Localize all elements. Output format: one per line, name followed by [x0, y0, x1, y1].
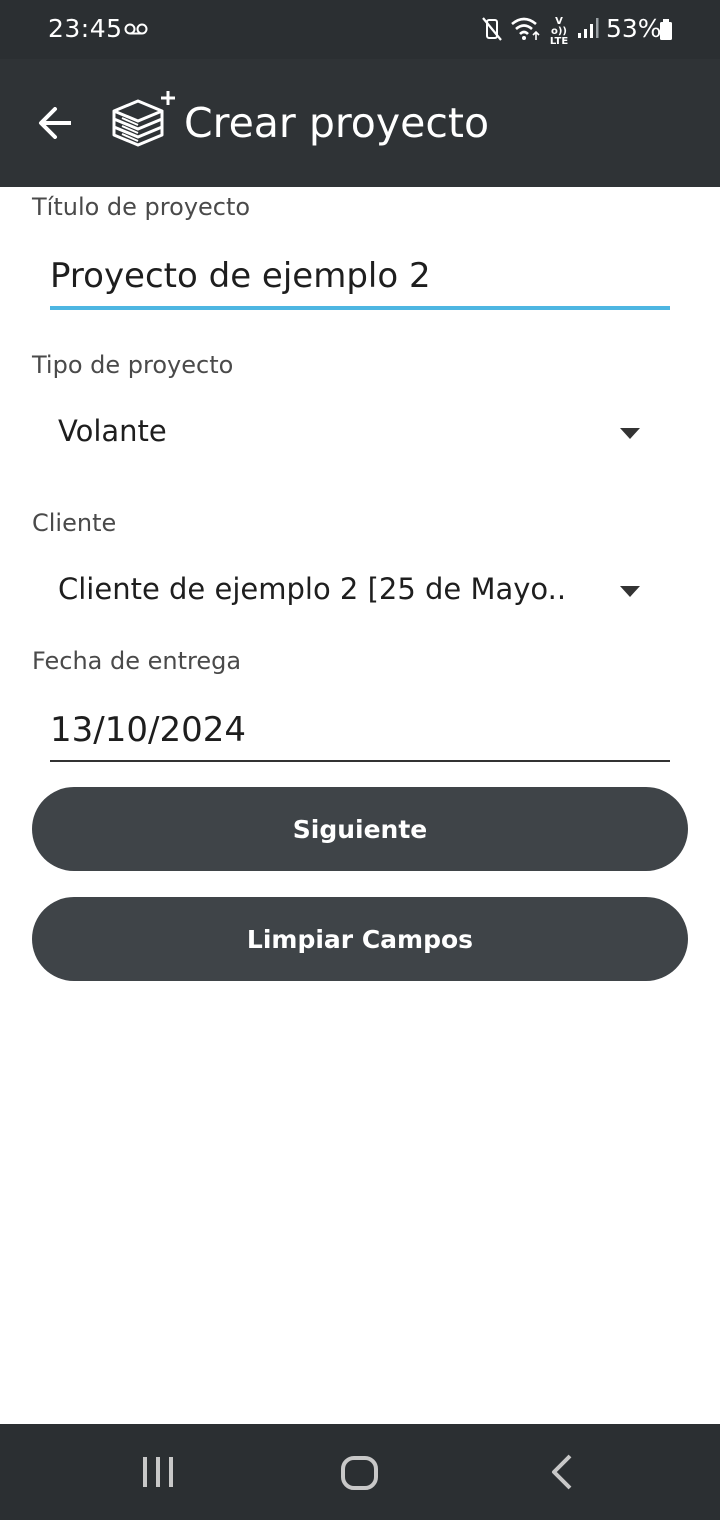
next-button[interactable]: Siguiente — [32, 787, 688, 871]
client-label: Cliente — [32, 509, 117, 537]
project-title-underline — [50, 306, 670, 310]
project-type-value: Volante — [58, 414, 167, 448]
delivery-date-label: Fecha de entrega — [32, 647, 242, 675]
delivery-date-underline — [50, 760, 670, 762]
dropdown-arrow-icon — [620, 586, 640, 597]
back-button[interactable] — [30, 99, 80, 147]
page-title: Crear proyecto — [184, 99, 490, 147]
home-button[interactable] — [340, 1456, 380, 1494]
project-title-input[interactable] — [50, 248, 670, 304]
vibrate-mute-icon — [480, 16, 504, 46]
add-project-stack-icon — [110, 89, 178, 157]
volte-icon: Vo)) LTE — [549, 16, 569, 47]
signal-icon — [577, 17, 599, 43]
client-value: Cliente de ejemplo 2 [25 de Mayo.. — [58, 572, 567, 606]
client-dropdown[interactable]: Cliente de ejemplo 2 [25 de Mayo.. — [32, 560, 672, 624]
chevron-left-icon — [552, 1454, 572, 1490]
app-bar: Crear proyecto — [0, 59, 720, 187]
wifi-icon — [510, 14, 542, 46]
dropdown-arrow-icon — [620, 428, 640, 439]
project-title-label: Título de proyecto — [32, 193, 251, 221]
clear-fields-button[interactable]: Limpiar Campos — [32, 897, 688, 981]
voicemail-icon — [124, 21, 148, 40]
status-time: 23:45 — [48, 14, 123, 43]
system-nav-bar — [0, 1424, 720, 1520]
battery-percent: 53% — [606, 14, 662, 43]
project-type-label: Tipo de proyecto — [32, 351, 234, 379]
recents-button[interactable] — [140, 1456, 176, 1492]
recents-icon — [143, 1457, 173, 1487]
battery-icon — [659, 19, 673, 45]
project-type-dropdown[interactable]: Volante — [32, 402, 672, 466]
delivery-date-input[interactable] — [50, 702, 670, 758]
arrow-left-icon — [39, 107, 71, 139]
nav-back-button[interactable] — [548, 1454, 576, 1494]
status-bar: 23:45 Vo)) LTE 53% — [0, 0, 720, 59]
home-icon — [341, 1456, 378, 1490]
